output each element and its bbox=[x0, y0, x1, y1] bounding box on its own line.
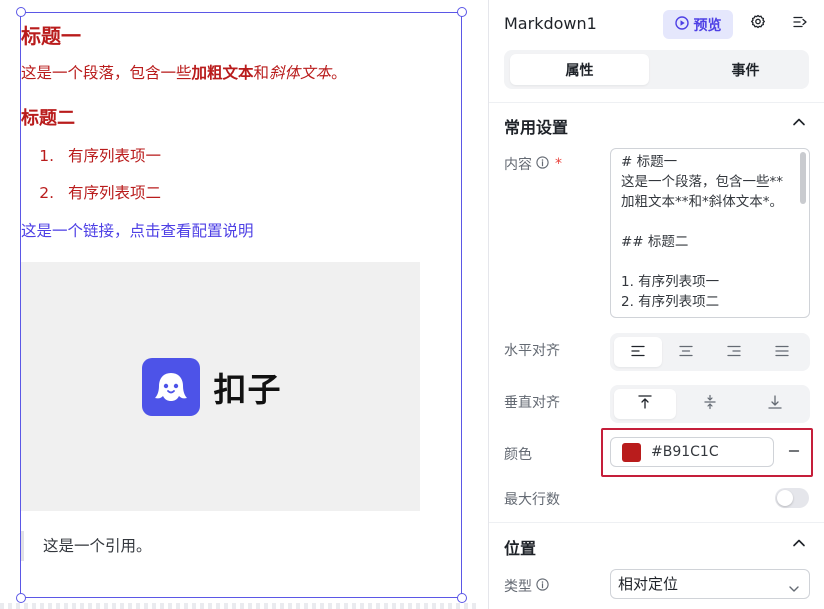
list-number: 2. bbox=[39, 184, 54, 202]
info-icon[interactable] bbox=[536, 155, 549, 173]
position-type-label-text: 类型 bbox=[504, 579, 532, 595]
panel-tabs: 属性 事件 bbox=[504, 50, 809, 89]
markdown-paragraph: 这是一个段落，包含一些加粗文本和斜体文本。 bbox=[21, 61, 347, 83]
markdown-blockquote: 这是一个引用。 bbox=[21, 531, 441, 561]
align-center-icon bbox=[678, 343, 694, 362]
color-label: 颜色 bbox=[504, 447, 532, 463]
remove-color-button[interactable] bbox=[785, 442, 803, 460]
toggle-knob bbox=[777, 490, 793, 506]
ordered-list-item: 1. 有序列表项一 bbox=[21, 144, 161, 166]
component-name: Markdown1 bbox=[504, 14, 597, 33]
position-type-value: 相对定位 bbox=[618, 575, 679, 593]
info-icon[interactable] bbox=[536, 577, 549, 595]
coze-logo-text: 扣子 bbox=[213, 369, 282, 409]
align-top-icon bbox=[637, 394, 653, 414]
divider bbox=[489, 522, 824, 523]
align-justify-button[interactable] bbox=[758, 337, 806, 367]
markdown-heading-1: 标题一 bbox=[21, 24, 81, 48]
paragraph-text: 这是一个段落，包含一些 bbox=[21, 64, 192, 82]
align-middle-icon bbox=[702, 394, 718, 414]
ordered-list-item: 2. 有序列表项二 bbox=[21, 181, 161, 203]
properties-panel: Markdown1 预览 属性 事件 常用设置 内容 * # 标题一 这是一个段… bbox=[488, 0, 824, 609]
divider bbox=[489, 102, 824, 103]
content-label: 内容 * bbox=[504, 154, 562, 174]
position-type-select[interactable]: 相对定位 bbox=[610, 569, 810, 599]
horizontal-align-label: 水平对齐 bbox=[504, 343, 560, 359]
minus-icon bbox=[788, 442, 800, 461]
vertical-align-label: 垂直对齐 bbox=[504, 395, 560, 411]
preview-label: 预览 bbox=[693, 17, 722, 34]
align-left-button[interactable] bbox=[614, 337, 662, 367]
color-swatch[interactable] bbox=[622, 442, 641, 462]
section-collapse-common[interactable] bbox=[790, 114, 808, 132]
resize-handle-bottom-right[interactable] bbox=[457, 593, 467, 603]
section-title-position: 位置 bbox=[504, 539, 537, 558]
collapse-right-icon bbox=[792, 14, 808, 34]
gear-icon bbox=[750, 14, 766, 34]
required-asterisk: * bbox=[555, 156, 562, 172]
chevron-down-icon bbox=[787, 577, 801, 592]
resize-handle-top-right[interactable] bbox=[457, 7, 467, 17]
textarea-scrollbar[interactable] bbox=[800, 152, 806, 204]
resize-handle-bottom-left[interactable] bbox=[16, 593, 26, 603]
list-number: 1. bbox=[39, 147, 54, 165]
horizontal-align-group bbox=[610, 333, 810, 371]
align-center-button[interactable] bbox=[662, 337, 710, 367]
chevron-up-icon bbox=[792, 535, 806, 554]
position-type-label: 类型 bbox=[504, 576, 549, 596]
align-middle-button[interactable] bbox=[679, 389, 741, 419]
max-lines-toggle[interactable] bbox=[775, 488, 809, 508]
content-textarea[interactable]: # 标题一 这是一个段落，包含一些**加粗文本**和*斜体文本*。 ## 标题二… bbox=[610, 148, 810, 318]
align-bottom-icon bbox=[767, 394, 783, 414]
resize-handle-top-left[interactable] bbox=[16, 7, 26, 17]
align-right-icon bbox=[726, 343, 742, 362]
align-top-button[interactable] bbox=[614, 389, 676, 419]
align-bottom-button[interactable] bbox=[744, 389, 806, 419]
section-collapse-position[interactable] bbox=[790, 535, 808, 553]
paragraph-italic-text: 斜体文本 bbox=[269, 64, 332, 82]
content-textarea-value: # 标题一 这是一个段落，包含一些**加粗文本**和*斜体文本*。 ## 标题二… bbox=[621, 154, 783, 310]
canvas: 标题一 这是一个段落，包含一些加粗文本和斜体文本。 标题二 1. 有序列表项一 2… bbox=[0, 0, 478, 609]
tab-properties[interactable]: 属性 bbox=[510, 54, 649, 85]
align-right-button[interactable] bbox=[710, 337, 758, 367]
markdown-link[interactable]: 这是一个链接，点击查看配置说明 bbox=[21, 219, 254, 241]
max-lines-label: 最大行数 bbox=[504, 492, 560, 508]
content-label-text: 内容 bbox=[504, 157, 532, 173]
list-text: 有序列表项二 bbox=[68, 184, 162, 202]
list-text: 有序列表项一 bbox=[68, 147, 162, 165]
markdown-heading-2: 标题二 bbox=[21, 108, 75, 129]
preview-button[interactable]: 预览 bbox=[663, 10, 733, 39]
color-value: #B91C1C bbox=[651, 444, 719, 460]
coze-logo: 扣子 bbox=[141, 357, 282, 416]
settings-button[interactable] bbox=[747, 13, 769, 35]
paragraph-bold-text: 加粗文本 bbox=[191, 64, 254, 82]
paragraph-text: 和 bbox=[253, 64, 270, 82]
collapse-panel-button[interactable] bbox=[789, 13, 811, 35]
chevron-up-icon bbox=[792, 114, 806, 133]
coze-logo-icon bbox=[141, 357, 200, 416]
align-justify-icon bbox=[774, 343, 790, 362]
canvas-bottom-edge bbox=[0, 603, 478, 609]
section-title-common: 常用设置 bbox=[504, 118, 569, 137]
play-icon bbox=[674, 15, 689, 34]
vertical-align-group bbox=[610, 385, 810, 423]
paragraph-text: 。 bbox=[331, 64, 347, 82]
color-field-highlight: #B91C1C bbox=[601, 428, 813, 477]
color-picker-input[interactable]: #B91C1C bbox=[610, 437, 774, 467]
align-left-icon bbox=[630, 343, 646, 362]
tab-events[interactable]: 事件 bbox=[676, 54, 815, 85]
markdown-image: 扣子 bbox=[21, 262, 420, 511]
